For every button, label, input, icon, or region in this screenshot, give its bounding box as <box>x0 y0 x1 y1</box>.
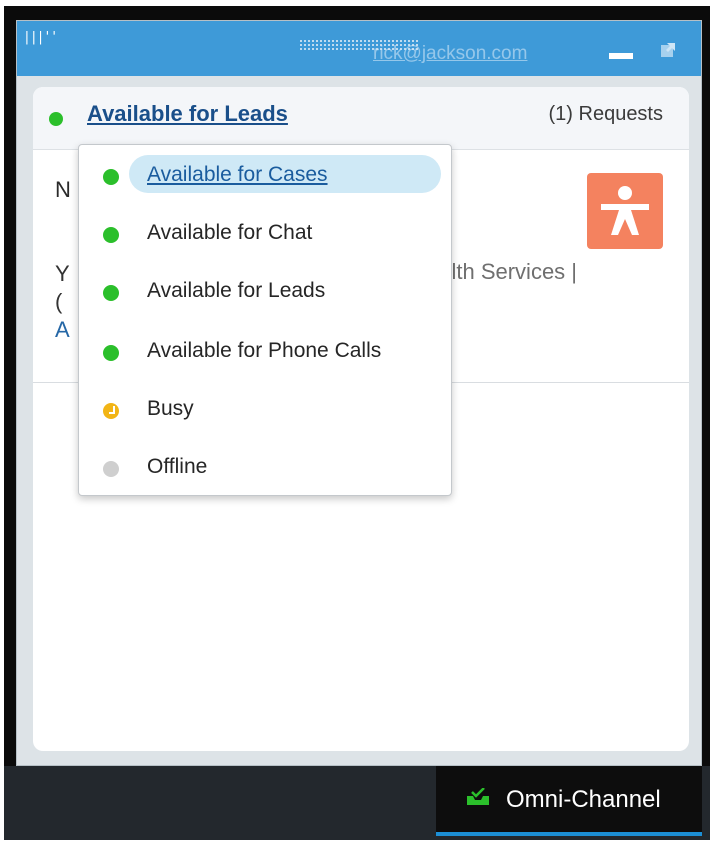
status-dropdown-menu: Available for Cases Available for Chat A… <box>78 144 452 496</box>
menu-item-available-for-cases[interactable]: Available for Cases <box>79 153 451 199</box>
requests-link[interactable]: (1) Requests <box>549 103 664 126</box>
status-available-icon <box>103 169 119 185</box>
omni-channel-widget: |||'' rick@jackson.com Available for Lea… <box>16 20 702 766</box>
drag-grip-icon[interactable]: |||'' <box>23 30 58 45</box>
status-bar: Available for Leads (1) Requests <box>33 87 689 150</box>
menu-item-available-for-chat[interactable]: Available for Chat <box>79 211 451 257</box>
menu-item-available-for-phone-calls[interactable]: Available for Phone Calls <box>79 329 451 375</box>
status-available-icon <box>103 227 119 243</box>
title-email: rick@jackson.com <box>373 43 528 64</box>
status-available-icon <box>49 112 63 126</box>
menu-item-label: Available for Cases <box>147 163 328 186</box>
popout-button[interactable] <box>657 41 679 63</box>
menu-item-label: Busy <box>147 397 194 420</box>
status-dropdown-toggle[interactable]: Available for Leads <box>87 101 288 127</box>
avatar[interactable] <box>587 173 663 249</box>
status-busy-clock-icon <box>103 403 119 419</box>
work-item-initial: N <box>55 177 71 202</box>
menu-item-busy[interactable]: Busy <box>79 387 451 433</box>
work-item-link-a[interactable]: A <box>55 317 70 343</box>
utility-bar: Omni-Channel <box>4 766 710 840</box>
menu-item-available-for-leads[interactable]: Available for Leads <box>79 269 451 315</box>
omni-channel-window-frame: |||'' rick@jackson.com Available for Lea… <box>4 6 710 840</box>
menu-item-label: Offline <box>147 455 208 478</box>
work-item-text-paren: ( <box>55 289 63 314</box>
minimize-icon <box>609 53 633 59</box>
minimize-button[interactable] <box>609 47 637 61</box>
person-icon <box>601 186 649 235</box>
inbox-check-icon <box>467 788 489 805</box>
omni-channel-tab[interactable]: Omni-Channel <box>436 766 702 836</box>
status-available-icon <box>103 285 119 301</box>
menu-item-label: Available for Phone Calls <box>147 339 382 362</box>
menu-item-label: Available for Chat <box>147 221 313 244</box>
title-bar[interactable]: |||'' rick@jackson.com <box>17 21 701 76</box>
status-available-icon <box>103 345 119 361</box>
work-item-text-y: Y <box>55 261 70 286</box>
omni-channel-label: Omni-Channel <box>506 786 661 813</box>
menu-item-offline[interactable]: Offline <box>79 445 451 491</box>
menu-item-label: Available for Leads <box>147 279 326 302</box>
popout-icon <box>661 43 675 57</box>
status-offline-icon <box>103 461 119 477</box>
